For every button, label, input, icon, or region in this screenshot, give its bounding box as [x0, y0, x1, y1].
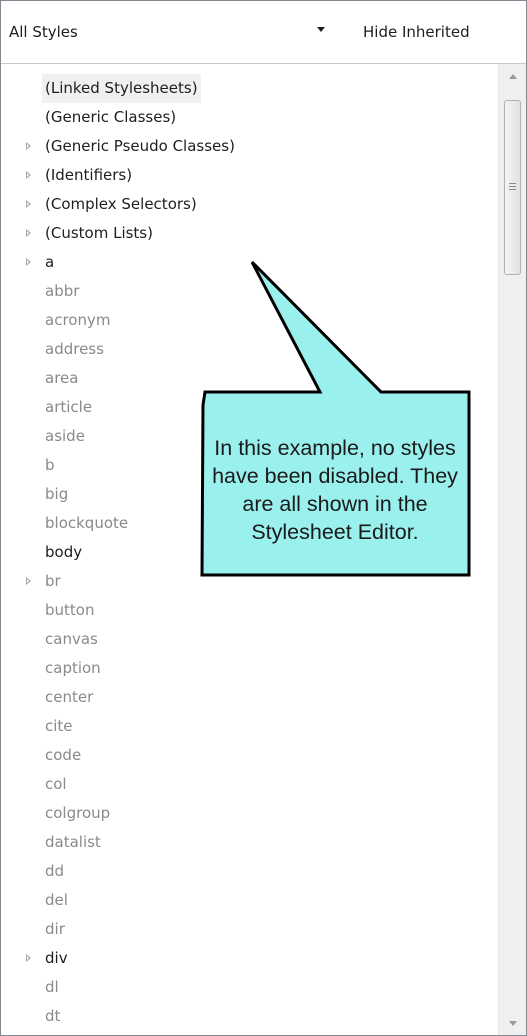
tree-item-label: canvas [45, 630, 98, 648]
tree-item-label: dir [45, 920, 65, 938]
tree-item-label: article [45, 398, 93, 416]
tree-item[interactable]: (Generic Pseudo Classes) [1, 132, 498, 161]
tree-item[interactable]: (Complex Selectors) [1, 190, 498, 219]
expand-triangle-icon[interactable] [26, 171, 31, 179]
expand-triangle-icon[interactable] [26, 258, 31, 266]
tree-item[interactable]: dt [1, 1002, 498, 1031]
tree-item-label: cite [45, 717, 73, 735]
callout-text: In this example, no styles have been dis… [212, 436, 458, 544]
tree-item[interactable]: (Linked Stylesheets) [1, 74, 498, 103]
tree-item[interactable]: dl [1, 973, 498, 1002]
tree-item[interactable]: del [1, 886, 498, 915]
tree-item[interactable]: dir [1, 915, 498, 944]
tree-item-label: del [45, 891, 68, 909]
tree-item[interactable]: canvas [1, 625, 498, 654]
scroll-up-arrow-icon [509, 73, 517, 79]
tree-item-label: body [45, 543, 83, 561]
tree-item[interactable]: (Custom Lists) [1, 219, 498, 248]
tree-item-label: dt [45, 1007, 61, 1025]
tree-item[interactable]: cite [1, 712, 498, 741]
vertical-scrollbar[interactable] [498, 64, 526, 1035]
tree-item-label: (Linked Stylesheets) [42, 74, 201, 103]
tree-item-label: a [45, 253, 55, 271]
tree-item[interactable]: colgroup [1, 799, 498, 828]
tree-item-label: (Complex Selectors) [45, 195, 197, 213]
tree-item-label: (Generic Pseudo Classes) [45, 137, 235, 155]
tree-item-label: acronym [45, 311, 111, 329]
tree-item-label: aside [45, 427, 85, 445]
expand-triangle-icon[interactable] [26, 577, 31, 585]
expand-triangle-icon[interactable] [26, 954, 31, 962]
tree-item-label: button [45, 601, 95, 619]
tree-item[interactable]: caption [1, 654, 498, 683]
tree-item[interactable]: code [1, 741, 498, 770]
tree-item-label: (Generic Classes) [45, 108, 177, 126]
tree-item-label: center [45, 688, 94, 706]
scroll-up-button[interactable] [499, 64, 526, 88]
scroll-grip-line [509, 186, 516, 187]
style-filter-value: All Styles [9, 23, 78, 41]
tree-item-label: col [45, 775, 67, 793]
tree-item[interactable]: dd [1, 857, 498, 886]
tree-item-label: dd [45, 862, 65, 880]
tree-item-label: dl [45, 978, 59, 996]
tree-item[interactable]: abbr [1, 277, 498, 306]
tree-item[interactable]: area [1, 364, 498, 393]
tree-item-label: big [45, 485, 69, 503]
tree-item-label: caption [45, 659, 101, 677]
tree-item[interactable]: address [1, 335, 498, 364]
tree-item[interactable]: center [1, 683, 498, 712]
tree-item-label: colgroup [45, 804, 111, 822]
expand-triangle-icon[interactable] [26, 229, 31, 237]
expand-triangle-icon[interactable] [26, 142, 31, 150]
scroll-down-button[interactable] [499, 1011, 526, 1035]
hide-inherited-button[interactable]: Hide Inherited [363, 1, 470, 63]
tree-item-label: b [45, 456, 55, 474]
tree-item[interactable]: (Identifiers) [1, 161, 498, 190]
style-filter-dropdown[interactable]: All Styles [1, 1, 341, 63]
tree-item-label: br [45, 572, 61, 590]
tree-item[interactable]: button [1, 596, 498, 625]
scroll-grip-line [509, 183, 516, 184]
hide-inherited-label: Hide Inherited [363, 23, 470, 41]
tree-item-label: address [45, 340, 104, 358]
tree-item[interactable]: col [1, 770, 498, 799]
tree-item-label: code [45, 746, 82, 764]
tree-item-label: abbr [45, 282, 80, 300]
tree-item-label: (Custom Lists) [45, 224, 153, 242]
chevron-down-icon[interactable] [317, 27, 325, 32]
tree-item[interactable]: div [1, 944, 498, 973]
styles-toolbar: All Styles Hide Inherited [1, 1, 526, 64]
scroll-grip-line [509, 189, 516, 190]
scroll-thumb[interactable] [504, 100, 521, 275]
tree-item-label: div [45, 949, 68, 967]
tree-item-label: datalist [45, 833, 101, 851]
tree-item-label: (Identifiers) [45, 166, 133, 184]
tree-item[interactable]: (Generic Classes) [1, 103, 498, 132]
tree-item-label: blockquote [45, 514, 129, 532]
tree-item[interactable]: datalist [1, 828, 498, 857]
tree-item[interactable]: a [1, 248, 498, 277]
tree-item[interactable]: acronym [1, 306, 498, 335]
tree-item-label: area [45, 369, 79, 387]
expand-triangle-icon[interactable] [26, 200, 31, 208]
scroll-down-arrow-icon [509, 1020, 517, 1026]
